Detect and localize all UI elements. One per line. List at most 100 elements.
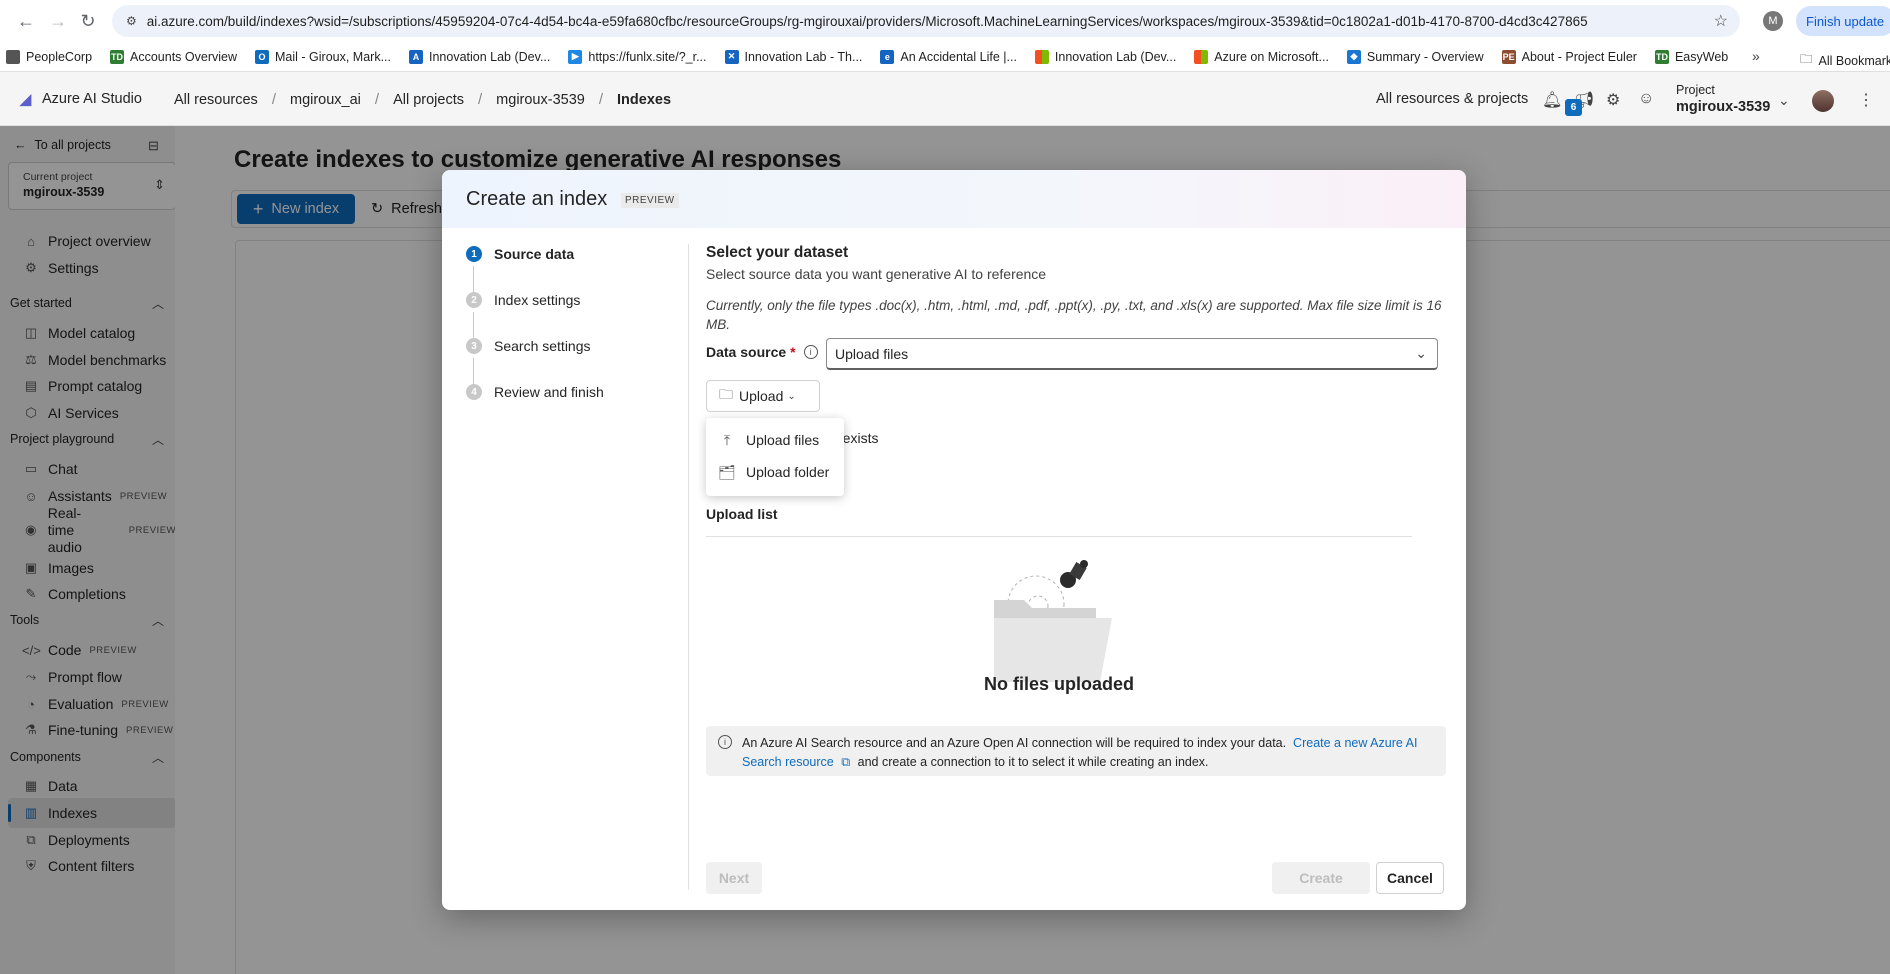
next-button[interactable]: Next <box>706 862 762 894</box>
breadcrumb: All resources / mgiroux_ai / All projects /… <box>174 91 671 108</box>
smiley-icon[interactable]: ☺ <box>1638 90 1654 108</box>
play-icon: ▶ <box>568 49 583 64</box>
breadcrumb-current: Indexes <box>617 91 672 108</box>
avatar[interactable] <box>1812 90 1834 112</box>
all-bookmarks[interactable]: 🗀All Bookmarks <box>1800 50 1890 71</box>
more-bookmarks-icon[interactable]: » <box>1752 48 1760 64</box>
step-source-data[interactable]: 1 Source data <box>466 244 666 264</box>
finish-update-button[interactable]: Finish update <box>1796 6 1890 36</box>
upload-arrow-icon: ⤒ <box>723 431 731 448</box>
data-source-label: Data source * i <box>706 344 818 360</box>
breadcrumb-item[interactable]: All resources <box>174 92 258 108</box>
dialog-title: Create an index <box>466 188 608 210</box>
outlook-icon: O <box>255 49 269 64</box>
step-review-finish[interactable]: 4 Review and finish <box>466 382 666 402</box>
step-number: 2 <box>466 292 482 308</box>
folder-icon: 🗀 <box>719 386 733 402</box>
gear-icon[interactable]: ⚙ <box>1606 90 1620 110</box>
step-number: 1 <box>466 246 482 262</box>
bookmark-item[interactable]: PE About - Project Euler <box>1501 49 1637 64</box>
empty-folder-illustration <box>994 560 1112 682</box>
info-icon: i <box>718 735 732 749</box>
step-index-settings[interactable]: 2 Index settings <box>466 290 666 310</box>
required-asterisk: * <box>790 344 796 360</box>
step-connector <box>473 312 474 338</box>
bookmark-item[interactable]: Innovation Lab (Dev... <box>1034 49 1176 64</box>
step-number: 3 <box>466 338 482 354</box>
bookmark-item[interactable]: e An Accidental Life |... <box>880 49 1017 64</box>
azure-ai-logo-icon: ◢ <box>20 92 32 108</box>
chevron-down-icon: ⌄ <box>1415 345 1427 361</box>
step-search-settings[interactable]: 3 Search settings <box>466 336 666 356</box>
create-button[interactable]: Create <box>1272 862 1370 894</box>
profile-avatar[interactable]: M <box>1763 11 1783 31</box>
all-resources-projects-link[interactable]: All resources & projects <box>1376 91 1528 107</box>
bookmark-item[interactable]: PeopleCorp <box>6 49 92 64</box>
cancel-button[interactable]: Cancel <box>1376 862 1444 894</box>
confluence-icon: ✕ <box>724 49 739 64</box>
divider <box>706 536 1412 537</box>
step-number: 4 <box>466 384 482 400</box>
file-types-note: Currently, only the file types .doc(x), … <box>706 298 1442 332</box>
project-euler-icon: PE <box>1501 49 1516 64</box>
notification-count-badge: 6 <box>1565 99 1582 116</box>
bookmarks-bar: PeopleCorp TD Accounts Overview O Mail - G… <box>0 42 1890 72</box>
folder-icon: 🗀 <box>1800 52 1813 66</box>
devops-icon: ◆ <box>1346 49 1361 64</box>
microsoft-icon <box>1194 49 1209 64</box>
chevron-down-icon: ⌄ <box>787 390 796 402</box>
app-header: ◢ Azure AI Studio All resources / mgiroux_… <box>0 72 1890 126</box>
azure-icon: A <box>409 49 423 64</box>
bookmark-item[interactable]: A Innovation Lab (Dev... <box>409 49 550 64</box>
step-connector <box>473 358 474 384</box>
step-connector <box>473 266 474 292</box>
reload-icon[interactable]: ↻ <box>72 5 104 37</box>
info-message-bar: i An Azure AI Search resource and an Azu… <box>706 726 1446 776</box>
upload-list-title: Upload list <box>706 506 778 522</box>
bookmark-item[interactable]: ✕ Innovation Lab - Th... <box>724 49 862 64</box>
back-arrow-icon[interactable]: ← <box>10 5 42 37</box>
breadcrumb-item[interactable]: mgiroux-3539 <box>496 92 585 108</box>
bookmark-item[interactable]: TD Accounts Overview <box>110 49 237 64</box>
breadcrumb-separator: / <box>478 91 483 108</box>
bell-icon[interactable]: 🔔︎ <box>1542 90 1562 110</box>
preview-badge: PREVIEW <box>621 193 679 208</box>
brand[interactable]: ◢ Azure AI Studio <box>20 91 142 108</box>
breadcrumb-item[interactable]: mgiroux_ai <box>290 92 361 108</box>
address-bar[interactable]: ⚙ ai.azure.com/build/indexes?wsid=/subsc… <box>112 5 1740 37</box>
section-title: Select your dataset <box>706 244 849 261</box>
upload-button[interactable]: 🗀 Upload ⌄ <box>706 380 820 412</box>
bookmark-star-icon[interactable]: ☆ <box>1714 11 1728 31</box>
external-link-icon: ⧉ <box>841 755 851 769</box>
site-info-icon[interactable]: ⚙ <box>126 14 137 28</box>
upload-menu: ⤒ Upload files 🗂︎ Upload folder <box>706 418 844 496</box>
info-icon[interactable]: i <box>803 345 818 359</box>
dialog-header: Create an index PREVIEW <box>442 170 1466 228</box>
breadcrumb-separator: / <box>271 91 276 108</box>
edge-icon: e <box>880 49 895 64</box>
folder-upload-icon: 🗂︎ <box>718 463 736 480</box>
bookmark-icon: TD <box>1654 49 1669 64</box>
bookmark-item[interactable]: Azure on Microsoft... <box>1194 49 1329 64</box>
bookmark-item[interactable]: ◆ Summary - Overview <box>1346 49 1484 64</box>
menu-item-upload-folder[interactable]: 🗂︎ Upload folder <box>706 456 844 488</box>
section-subtitle: Select source data you want generative A… <box>706 266 1047 282</box>
no-files-message: No files uploaded <box>983 674 1134 694</box>
browser-toolbar: ← → ↻ ⚙ ai.azure.com/build/indexes?wsid=… <box>0 0 1890 42</box>
project-switcher[interactable]: Project mgiroux-3539 <box>1676 83 1770 115</box>
bookmark-icon: TD <box>110 49 125 64</box>
forward-arrow-icon[interactable]: → <box>42 5 74 37</box>
menu-item-upload-files[interactable]: ⤒ Upload files <box>706 424 844 456</box>
bookmark-item[interactable]: ▶ https://funlx.site/?_r... <box>568 49 707 64</box>
bookmark-icon <box>6 49 20 64</box>
breadcrumb-separator: / <box>598 91 604 108</box>
chevron-down-icon[interactable]: ⌄ <box>1778 92 1790 109</box>
breadcrumb-separator: / <box>374 91 380 108</box>
url-text: ai.azure.com/build/indexes?wsid=/subscri… <box>146 13 1588 29</box>
more-icon[interactable]: ⋮ <box>1858 90 1874 110</box>
breadcrumb-item[interactable]: All projects <box>393 92 464 108</box>
bookmark-item[interactable]: O Mail - Giroux, Mark... <box>255 49 391 64</box>
divider <box>688 244 689 890</box>
bookmark-item[interactable]: TD EasyWeb <box>1654 49 1728 64</box>
data-source-dropdown[interactable]: Upload files ⌄ <box>826 338 1438 370</box>
